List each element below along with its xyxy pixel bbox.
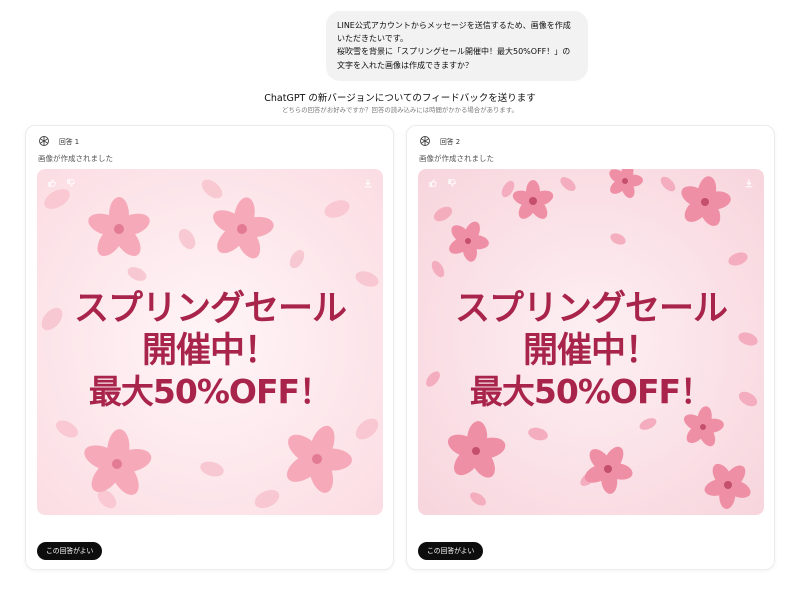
generated-image[interactable]: スプリングセール 開催中！ 最大50%OFF！ bbox=[418, 169, 764, 515]
feedback-title: ChatGPT の新バージョンについてのフィードバックを送ります bbox=[264, 93, 536, 104]
thumbs-up-icon[interactable] bbox=[47, 178, 57, 188]
generated-image[interactable]: スプリングセール 開催中！ 最大50%OFF！ bbox=[37, 169, 383, 515]
response-card-1: 回答 1 画像が作成されました スプリングセール 開催中！ 最大50%OFF！ … bbox=[25, 125, 394, 570]
prefer-response-2-button[interactable]: この回答がよい bbox=[418, 542, 484, 560]
download-icon[interactable] bbox=[744, 178, 754, 188]
image-created-status: 画像が作成されました bbox=[419, 154, 494, 163]
promo-line-3: 最大50%OFF！ bbox=[88, 372, 332, 411]
chatgpt-logo-icon bbox=[420, 136, 430, 146]
feedback-subtitle: どちらの回答がお好みですか？回答の読み込みには時間がかかる場合があります。 bbox=[282, 106, 518, 114]
response-card-2: 回答 2 画像が作成されました スプリングセール 開催中！ 最大50%OFF！ … bbox=[406, 125, 775, 570]
thumbs-up-icon[interactable] bbox=[428, 178, 438, 188]
user-message-bubble: LINE公式アカウントからメッセージを送信するため、画像を作成いただきたいです。… bbox=[326, 11, 588, 81]
chatgpt-logo-icon bbox=[39, 136, 49, 146]
thumbs-down-icon[interactable] bbox=[66, 178, 76, 188]
response-label: 回答 2 bbox=[440, 138, 461, 146]
image-created-status: 画像が作成されました bbox=[38, 154, 113, 163]
download-icon[interactable] bbox=[363, 178, 373, 188]
response-label: 回答 1 bbox=[59, 138, 80, 146]
thumbs-down-icon[interactable] bbox=[447, 178, 457, 188]
prefer-response-1-button[interactable]: この回答がよい bbox=[37, 542, 103, 560]
promo-line-3: 最大50%OFF！ bbox=[469, 372, 713, 411]
